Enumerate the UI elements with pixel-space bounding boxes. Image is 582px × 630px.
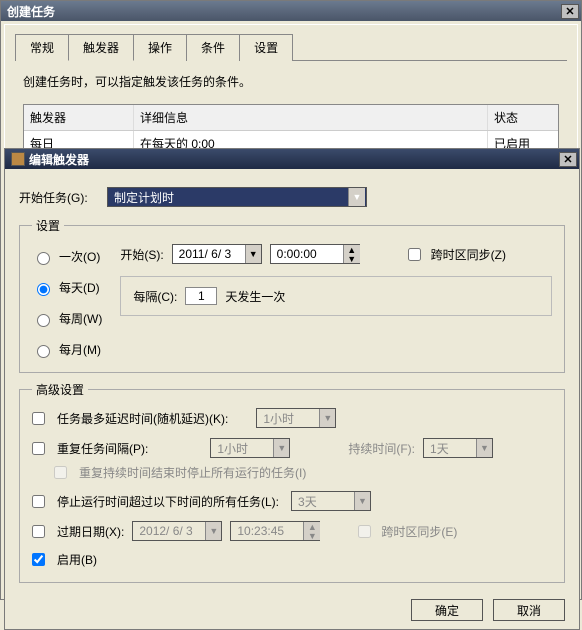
th-status: 状态: [488, 105, 558, 130]
expire-sync-check: 跨时区同步(E): [358, 523, 457, 540]
dialog-close-icon[interactable]: ✕: [559, 152, 577, 167]
expire-label: 过期日期(X):: [57, 523, 124, 540]
chevron-down-icon: ▼: [476, 439, 492, 457]
advanced-legend: 高级设置: [32, 381, 88, 398]
chevron-down-icon[interactable]: ▼: [245, 245, 261, 263]
close-icon[interactable]: ✕: [561, 4, 579, 19]
parent-titlebar: 创建任务 ✕: [1, 1, 581, 21]
tab-settings[interactable]: 设置: [239, 34, 293, 61]
expire-date: ▼: [132, 521, 222, 541]
stopafter-check[interactable]: [32, 495, 45, 508]
repeat-select: ▼: [210, 438, 290, 458]
start-task-value: [108, 188, 348, 206]
delay-label: 任务最多延迟时间(随机延迟)(K):: [57, 410, 228, 427]
ok-button[interactable]: 确定: [411, 599, 483, 621]
delay-check[interactable]: [32, 412, 45, 425]
stopafter-label: 停止运行时间超过以下时间的所有任务(L):: [57, 493, 279, 510]
schedule-radios: 一次(O) 每天(D) 每周(W) 每月(M): [32, 244, 102, 358]
dialog-titlebar: 编辑触发器 ✕: [5, 149, 579, 169]
radio-once[interactable]: 一次(O): [32, 248, 102, 265]
enabled-check[interactable]: [32, 553, 45, 566]
th-trigger: 触发器: [24, 105, 134, 130]
cancel-button[interactable]: 取消: [493, 599, 565, 621]
interval-input[interactable]: [185, 287, 217, 305]
interval-label: 每隔(C):: [133, 288, 177, 305]
start-date-picker[interactable]: ▼: [172, 244, 262, 264]
interval-box: 每隔(C): 天发生一次: [120, 276, 552, 316]
repeat-stop-label: 重复持续时间结束时停止所有运行的任务(I): [79, 464, 306, 481]
expire-check[interactable]: [32, 525, 45, 538]
dialog-buttons: 确定 取消: [5, 591, 579, 629]
chevron-down-icon: ▼: [354, 492, 370, 510]
trigger-desc: 创建任务时，可以指定触发该任务的条件。: [23, 73, 559, 90]
settings-legend: 设置: [32, 217, 64, 234]
tab-actions[interactable]: 操作: [133, 34, 187, 61]
table-header: 触发器 详细信息 状态: [24, 105, 558, 131]
radio-daily[interactable]: 每天(D): [32, 279, 102, 296]
edit-trigger-dialog: 编辑触发器 ✕ 开始任务(G): ▼ 设置 一次(O) 每天(D) 每周(W) …: [4, 148, 580, 630]
parent-title: 创建任务: [7, 3, 55, 20]
chevron-down-icon: ▼: [319, 409, 335, 427]
radio-monthly[interactable]: 每月(M): [32, 341, 102, 358]
repeat-check[interactable]: [32, 442, 45, 455]
tab-general[interactable]: 常规: [15, 34, 69, 61]
start-task-select[interactable]: ▼: [107, 187, 367, 207]
dialog-title: 编辑触发器: [29, 151, 89, 168]
delay-select: ▼: [256, 408, 336, 428]
radio-weekly[interactable]: 每周(W): [32, 310, 102, 327]
chevron-down-icon[interactable]: ▼: [348, 188, 365, 206]
sync-tz-check[interactable]: 跨时区同步(Z): [408, 246, 506, 263]
start-task-label: 开始任务(G):: [19, 189, 107, 206]
interval-suffix: 天发生一次: [225, 288, 285, 305]
advanced-fieldset: 高级设置 任务最多延迟时间(随机延迟)(K): ▼ 重复任务间隔(P): ▼ 持…: [19, 381, 565, 583]
spinner-down-icon: ▼: [303, 531, 320, 540]
tab-bar: 常规 触发器 操作 条件 设置: [15, 33, 567, 61]
chevron-down-icon: ▼: [205, 522, 221, 540]
chevron-down-icon: ▼: [273, 439, 289, 457]
duration-select: ▼: [423, 438, 493, 458]
repeat-stop-check: [54, 466, 67, 479]
tab-conditions[interactable]: 条件: [186, 34, 240, 61]
tab-triggers[interactable]: 触发器: [68, 34, 134, 61]
settings-fieldset: 设置 一次(O) 每天(D) 每周(W) 每月(M) 开始(S): ▼: [19, 217, 565, 373]
start-time-picker[interactable]: ▲▼: [270, 244, 360, 264]
expire-time: ▲▼: [230, 521, 320, 541]
dialog-icon: [11, 152, 25, 166]
start-label: 开始(S):: [120, 246, 163, 263]
enabled-label: 启用(B): [57, 551, 97, 568]
th-detail: 详细信息: [134, 105, 488, 130]
stopafter-select: ▼: [291, 491, 371, 511]
spinner-down-icon[interactable]: ▼: [343, 254, 360, 263]
repeat-label: 重复任务间隔(P):: [57, 440, 148, 457]
duration-label: 持续时间(F):: [348, 440, 415, 457]
